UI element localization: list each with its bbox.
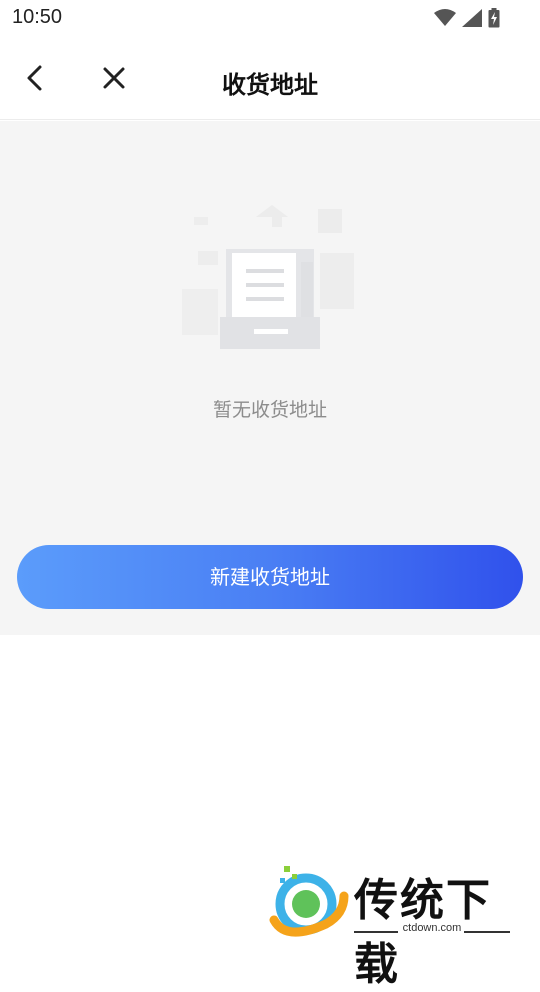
empty-state-text: 暂无收货地址 (212, 399, 327, 421)
cellular-signal-icon (462, 9, 482, 27)
status-time: 10:50 (12, 6, 63, 28)
ctdown-logo-icon (269, 866, 349, 937)
status-bar: 10:50 (0, 0, 540, 38)
nav-bar: 收货地址 (0, 38, 540, 120)
watermark-logo: 传统下载 ctdown.com (266, 862, 526, 990)
status-icons (434, 7, 500, 29)
empty-document-box-icon (182, 205, 354, 349)
watermark-line-right (464, 931, 510, 933)
page-title: 收货地址 (222, 71, 318, 99)
main-content: 暂无收货地址 新建收货地址 (0, 121, 540, 635)
wifi-icon (434, 9, 456, 26)
battery-charging-icon (488, 8, 500, 28)
new-address-button[interactable]: 新建收货地址 (17, 545, 523, 609)
